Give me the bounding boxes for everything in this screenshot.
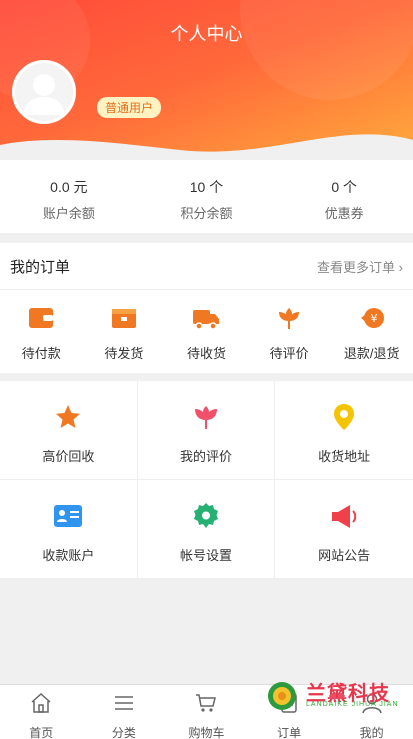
- list-icon: [114, 696, 133, 710]
- orders-title: 我的订单: [10, 258, 71, 276]
- service-site-announcements[interactable]: 网站公告: [275, 480, 413, 579]
- service-account-settings[interactable]: 帐号设置: [137, 480, 276, 579]
- account-stats: 0.0 元 账户余额 10 个 积分余额 0 个 优惠券: [0, 160, 413, 233]
- gear-icon: [193, 503, 218, 528]
- default-user-icon: [23, 74, 65, 115]
- tab-label: 分类: [111, 726, 136, 739]
- stat-value: 0.0 元: [50, 179, 88, 195]
- service-label: 收款账户: [42, 548, 95, 563]
- megaphone-icon: [332, 505, 357, 528]
- watermark-subtitle: LANDAIKE JIHUA JIAN: [306, 701, 399, 708]
- svg-text:¥: ¥: [370, 312, 377, 325]
- wallet-icon: [29, 308, 54, 328]
- refund-icon: ¥: [360, 308, 384, 328]
- order-status-pending-review[interactable]: 待评价: [248, 290, 331, 362]
- profile-header: 个人中心 普通用户: [0, 0, 413, 160]
- service-label: 收货地址: [318, 449, 371, 464]
- tab-label: 首页: [29, 726, 54, 739]
- view-all-orders-label: 查看更多订单: [317, 259, 396, 275]
- stat-points[interactable]: 10 个 积分余额: [138, 160, 276, 233]
- order-status-refund[interactable]: ¥ 退款/退货: [330, 290, 413, 362]
- id-card-icon: [54, 505, 83, 527]
- stat-coupons[interactable]: 0 个 优惠券: [275, 160, 413, 233]
- service-label: 高价回收: [42, 449, 95, 464]
- service-label: 网站公告: [318, 548, 371, 563]
- stat-label: 积分余额: [180, 206, 233, 221]
- flower-icon: [279, 308, 300, 329]
- orders-header: 我的订单 查看更多订单 ›: [0, 243, 413, 290]
- order-status-label: 待评价: [269, 346, 309, 361]
- tulip-icon: [194, 406, 217, 429]
- tab-label: 购物车: [188, 726, 225, 739]
- avatar[interactable]: [12, 60, 76, 124]
- chevron-right-icon: ›: [398, 259, 403, 275]
- order-status-pending-payment[interactable]: 待付款: [0, 290, 83, 362]
- sun-logo-icon: [268, 682, 296, 710]
- username: [97, 64, 147, 84]
- order-status-row: 待付款 待发货 待收货 待评价 ¥ 退款/退货: [0, 290, 413, 362]
- tab-home[interactable]: 首页: [0, 685, 83, 739]
- service-shipping-address[interactable]: 收货地址: [275, 381, 413, 480]
- service-label: 帐号设置: [179, 548, 232, 563]
- stat-balance[interactable]: 0.0 元 账户余额: [0, 160, 138, 233]
- truck-icon: [193, 310, 220, 330]
- page-title: 个人中心: [170, 24, 243, 44]
- stat-value: 0 个: [331, 179, 358, 195]
- services-grid: 高价回收 我的评价 收货地址 收款账户 帐号设置 网站公告: [0, 381, 413, 579]
- order-status-pending-receipt[interactable]: 待收货: [165, 290, 248, 362]
- home-icon: [31, 692, 51, 713]
- order-status-label: 待收货: [186, 346, 226, 361]
- view-all-orders-link[interactable]: 查看更多订单 ›: [317, 257, 403, 276]
- tab-category[interactable]: 分类: [83, 685, 166, 739]
- service-payment-account[interactable]: 收款账户: [0, 480, 138, 579]
- cart-icon: [196, 694, 217, 712]
- package-icon: [111, 309, 136, 328]
- order-status-pending-shipment[interactable]: 待发货: [83, 290, 166, 362]
- service-my-reviews[interactable]: 我的评价: [137, 381, 276, 480]
- stat-label: 账户余额: [42, 206, 95, 221]
- tab-label: 订单: [277, 726, 302, 739]
- user-level-badge: 普通用户: [97, 97, 162, 118]
- tab-cart[interactable]: 购物车: [165, 685, 248, 739]
- service-recycle[interactable]: 高价回收: [0, 381, 138, 480]
- star-icon: [56, 405, 81, 428]
- orders-section: 我的订单 查看更多订单 › 待付款 待发货 待收货 待评价 ¥ 退款/退货: [0, 243, 413, 373]
- order-status-label: 待发货: [104, 346, 144, 361]
- service-label: 我的评价: [179, 449, 232, 464]
- brand-watermark: 兰黛科技 LANDAIKE JIHUA JIAN: [262, 677, 402, 715]
- location-pin-icon: [334, 404, 355, 430]
- tab-label: 我的: [359, 726, 384, 739]
- order-status-label: 待付款: [21, 346, 61, 361]
- stat-value: 10 个: [189, 179, 224, 195]
- order-status-label: 退款/退货: [343, 346, 400, 361]
- stat-label: 优惠券: [324, 206, 364, 221]
